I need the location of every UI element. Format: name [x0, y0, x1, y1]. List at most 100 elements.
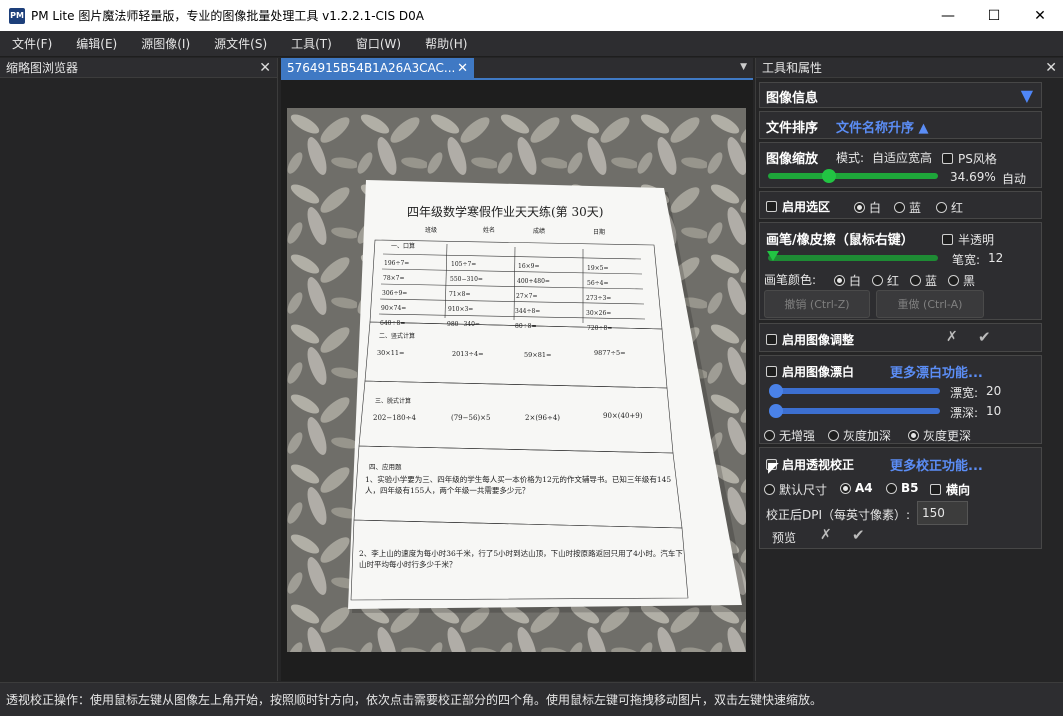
maximize-button[interactable]: ☐: [971, 0, 1017, 31]
file-sort-group: 文件排序 文件名称升序 ▲: [759, 111, 1042, 139]
tab-dropdown-icon[interactable]: ▼: [740, 62, 747, 72]
file-sort-value[interactable]: 文件名称升序 ▲: [836, 117, 929, 136]
close-tools-panel-icon[interactable]: ✕: [1045, 61, 1057, 75]
image-info-group[interactable]: 图像信息 ▼: [759, 82, 1042, 108]
whiten-depth-handle[interactable]: [769, 404, 783, 418]
menu-source-file[interactable]: 源文件(S): [202, 31, 279, 57]
zoom-auto[interactable]: 自动: [1002, 170, 1026, 187]
menu-window[interactable]: 窗口(W): [344, 31, 413, 57]
pen-width-label: 笔宽:: [952, 253, 981, 267]
document-area: 5764915B54B1A26A3CAC... ✕ ▼ 四年级数学寒假作业天天练…: [281, 58, 753, 681]
more-perspective-link[interactable]: 更多校正功能...: [890, 455, 983, 474]
document-tab[interactable]: 5764915B54B1A26A3CAC... ✕: [281, 58, 474, 78]
pen-color-label: 画笔颜色:: [764, 273, 817, 287]
adjust-confirm-icon[interactable]: ✔: [978, 328, 991, 346]
dpi-input[interactable]: 150: [917, 501, 968, 525]
svg-text:90×74=: 90×74=: [381, 305, 406, 312]
zoom-label: 图像缩放: [766, 152, 819, 167]
svg-text:720÷8=: 720÷8=: [587, 325, 612, 332]
svg-text:71×8=: 71×8=: [449, 291, 471, 298]
perspective-confirm-icon[interactable]: ✔: [852, 526, 865, 544]
whiten-width-slider[interactable]: [770, 388, 940, 394]
expand-arrow-icon[interactable]: ▼: [1021, 86, 1033, 105]
whiten-mode-deeper-radio[interactable]: 灰度更深: [908, 427, 971, 444]
whiten-depth-slider[interactable]: [770, 408, 940, 414]
menu-source-image[interactable]: 源图像(I): [129, 31, 202, 57]
svg-text:105÷7=: 105÷7=: [451, 261, 476, 268]
adjust-cancel-icon[interactable]: ✗: [946, 329, 958, 345]
whiten-width-handle[interactable]: [769, 384, 783, 398]
zoom-slider[interactable]: [768, 173, 938, 179]
size-b5-radio[interactable]: B5: [886, 481, 919, 495]
selection-white-radio[interactable]: 白: [854, 199, 881, 216]
more-whiten-link[interactable]: 更多漂白功能...: [890, 362, 983, 381]
ws-section-vertical: 二、竖式计算: [379, 332, 415, 340]
pen-width-value: 12: [988, 251, 1004, 265]
image-adjust-group: 启用图像调整 ✗ ✔: [759, 323, 1042, 352]
pen-color-white-radio[interactable]: 白: [834, 272, 861, 289]
enable-perspective-checkbox[interactable]: 启用透视校正: [766, 456, 854, 473]
whiten-depth-value: 10: [986, 404, 1002, 418]
svg-text:30×26=: 30×26=: [586, 310, 611, 317]
thumbnail-browser-title: 缩略图浏览器: [6, 61, 79, 75]
status-text: 透视校正操作：使用鼠标左键从图像左上角开始，按照顺时针方向，依次点击需要校正部分…: [6, 693, 823, 707]
perspective-correction-group: 启用透视校正 ◤ 更多校正功能... 默认尺寸 A4 B5 横向 校正后DPI（…: [759, 447, 1042, 549]
enable-selection-checkbox[interactable]: 启用选区: [766, 198, 830, 215]
svg-text:80÷8=: 80÷8=: [515, 323, 537, 330]
ws-section-stepwise: 三、脱式计算: [375, 397, 411, 405]
enable-whiten-checkbox[interactable]: 启用图像漂白: [766, 363, 854, 380]
close-window-button[interactable]: ✕: [1017, 0, 1063, 31]
menu-tools[interactable]: 工具(T): [279, 31, 344, 57]
image-canvas[interactable]: 四年级数学寒假作业天天练(第 30天) 班级 姓名 成绩 日期 一、口算 196…: [287, 108, 746, 652]
close-thumbnail-panel-icon[interactable]: ✕: [259, 61, 271, 75]
menu-help[interactable]: 帮助(H): [413, 31, 479, 57]
size-a4-radio[interactable]: A4: [840, 481, 873, 495]
close-tab-icon[interactable]: ✕: [457, 61, 468, 76]
svg-text:202−180÷4: 202−180÷4: [373, 414, 416, 422]
redo-button[interactable]: 重做 (Ctrl-A): [876, 290, 984, 318]
svg-text:980−340=: 980−340=: [447, 321, 480, 328]
whiten-depth-label: 漂深:: [950, 406, 979, 420]
landscape-checkbox[interactable]: 横向: [930, 481, 970, 498]
thumbnail-browser-panel: 缩略图浏览器 ✕: [0, 58, 278, 681]
selection-group: 启用选区 白 蓝 红: [759, 191, 1042, 219]
pen-color-black-radio[interactable]: 黑: [948, 272, 975, 289]
pen-eraser-label: 画笔/橡皮擦（鼠标右键）: [766, 233, 914, 248]
size-default-radio[interactable]: 默认尺寸: [764, 481, 827, 498]
worksheet-title: 四年级数学寒假作业天天练(第 30天): [407, 204, 603, 219]
preview-button[interactable]: 预览: [772, 529, 796, 546]
undo-button[interactable]: 撤销 (Ctrl-Z): [764, 290, 870, 318]
svg-text:2×(96÷4): 2×(96÷4): [525, 414, 560, 422]
svg-text:56÷4=: 56÷4=: [587, 280, 609, 287]
svg-text:550−310=: 550−310=: [450, 276, 483, 283]
zoom-slider-handle[interactable]: [822, 169, 837, 183]
whiten-mode-deepen-radio[interactable]: 灰度加深: [828, 427, 891, 444]
image-info-label: 图像信息: [766, 91, 819, 106]
pen-color-blue-radio[interactable]: 蓝: [910, 272, 937, 289]
pen-width-slider[interactable]: [768, 255, 938, 261]
pen-eraser-group: 画笔/橡皮擦（鼠标右键） 半透明 笔宽: 12 画笔颜色: 白 红 蓝 黑 撤销…: [759, 222, 1042, 320]
enable-image-adjust-checkbox[interactable]: 启用图像调整: [766, 331, 854, 348]
minimize-button[interactable]: —: [925, 0, 971, 31]
title-bar: PM PM Lite 图片魔法师轻量版，专业的图像批量处理工具 v1.2.2.1…: [0, 0, 1063, 31]
menu-edit[interactable]: 编辑(E): [64, 31, 129, 57]
zoom-group: 图像缩放 模式: 自适应宽高 PS风格 34.69% 自动: [759, 142, 1042, 188]
pen-width-handle[interactable]: [767, 251, 779, 261]
svg-text:(79−56)×5: (79−56)×5: [451, 414, 490, 422]
status-bar: 透视校正操作：使用鼠标左键从图像左上角开始，按照顺时针方向，依次点击需要校正部分…: [0, 682, 1063, 716]
svg-text:9877÷5=: 9877÷5=: [594, 349, 626, 357]
perspective-cancel-icon[interactable]: ✗: [820, 527, 832, 543]
menu-file[interactable]: 文件(F): [0, 31, 64, 57]
ws-field-name: 姓名: [483, 226, 495, 234]
dpi-label: 校正后DPI（每英寸像素）:: [766, 508, 911, 522]
whiten-mode-none-radio[interactable]: 无增强: [764, 427, 815, 444]
zoom-mode-value[interactable]: 自适应宽高: [872, 149, 932, 166]
ws-section-oral: 一、口算: [391, 242, 415, 250]
whiten-width-label: 漂宽:: [950, 386, 979, 400]
semi-transparent-checkbox[interactable]: 半透明: [942, 231, 994, 248]
selection-blue-radio[interactable]: 蓝: [894, 199, 921, 216]
svg-text:306÷9=: 306÷9=: [382, 290, 407, 297]
ps-style-checkbox[interactable]: PS风格: [942, 150, 997, 167]
selection-red-radio[interactable]: 红: [936, 199, 963, 216]
pen-color-red-radio[interactable]: 红: [872, 272, 899, 289]
